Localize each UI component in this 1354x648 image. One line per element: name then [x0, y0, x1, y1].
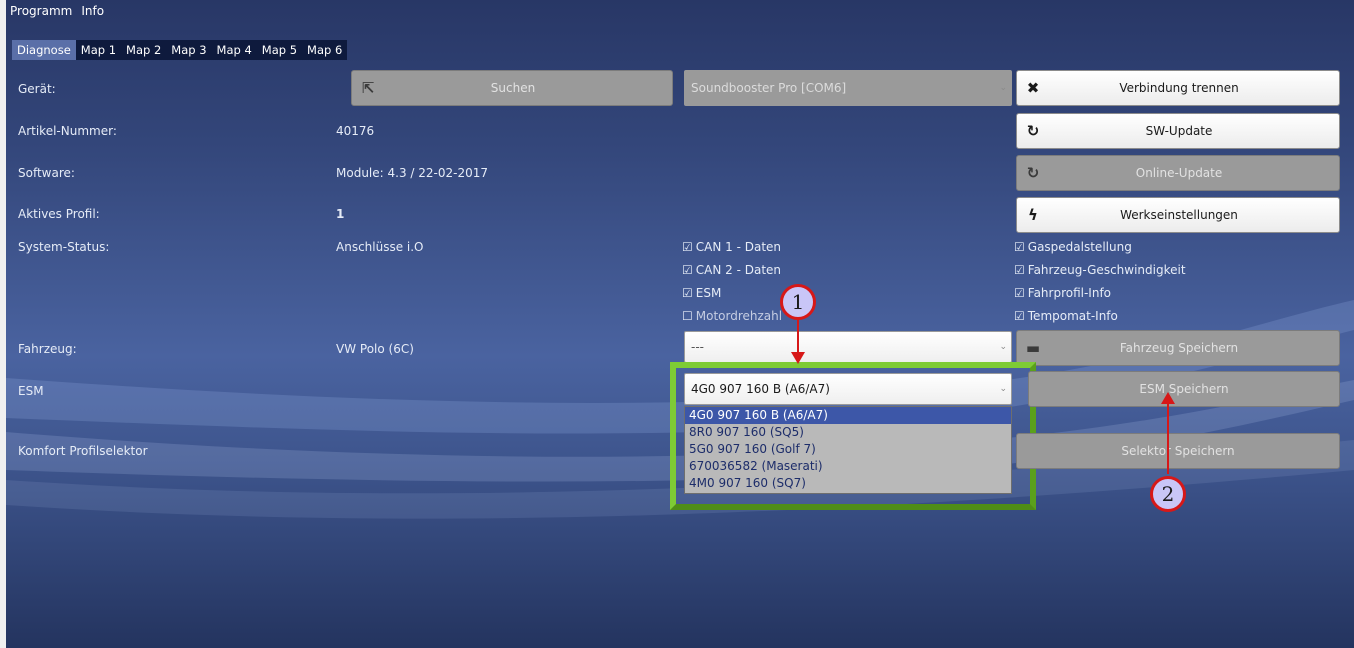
werkseinstellungen-button[interactable]: ϟ Werkseinstellungen	[1016, 197, 1340, 233]
profil-label: Aktives Profil:	[18, 207, 100, 221]
esm-speichern-button[interactable]: ESM Speichern	[1028, 371, 1340, 407]
device-select[interactable]: Soundbooster Pro [COM6] ⌄	[684, 70, 1012, 106]
checkbox-checked-icon: ☑	[1014, 309, 1025, 323]
vehicle-select[interactable]: --- ⌄	[684, 331, 1012, 363]
device-select-value: Soundbooster Pro [COM6]	[691, 81, 847, 95]
tab-diagnose[interactable]: Diagnose	[12, 40, 76, 60]
online-update-button[interactable]: ↻ Online-Update	[1016, 155, 1340, 191]
chevron-down-icon: ⌄	[999, 83, 1007, 93]
verbindung-trennen-button[interactable]: ✖ Verbindung trennen	[1016, 70, 1340, 106]
checkbox-checked-icon: ☑	[1014, 286, 1025, 300]
checkbox-label: Motordrehzahl	[695, 309, 783, 323]
checkbox-can1[interactable]: ☑ CAN 1 - Daten	[682, 240, 781, 254]
checkbox-unchecked-icon: ☐	[682, 309, 693, 323]
tab-bar: Diagnose Map 1 Map 2 Map 3 Map 4 Map 5 M…	[12, 40, 348, 60]
tab-map-4[interactable]: Map 4	[212, 40, 257, 60]
checkbox-checked-icon: ☑	[1014, 263, 1025, 277]
geraet-label: Gerät:	[18, 82, 56, 96]
suchen-button[interactable]: ⇱ Suchen	[351, 70, 673, 106]
refresh-icon: ↻	[1026, 122, 1040, 140]
refresh-icon: ↻	[1026, 164, 1040, 182]
checkbox-esm[interactable]: ☑ ESM	[682, 286, 721, 300]
menu-info[interactable]: Info	[77, 4, 109, 18]
verbindung-button-label: Verbindung trennen	[1119, 81, 1239, 95]
selektor-speichern-label: Selektor Speichern	[1121, 444, 1235, 458]
tab-map-1[interactable]: Map 1	[76, 40, 121, 60]
esm-speichern-label: ESM Speichern	[1139, 382, 1229, 396]
export-icon: ⇱	[361, 79, 375, 97]
app-window: Programm Info Diagnose Map 1 Map 2 Map 3…	[6, 0, 1354, 648]
close-icon: ✖	[1026, 79, 1040, 97]
checkbox-checked-icon: ☑	[1014, 240, 1025, 254]
callout-1: 1	[780, 284, 816, 320]
suchen-button-label: Suchen	[490, 81, 536, 95]
car-icon: ▬	[1025, 339, 1041, 357]
checkbox-label: Fahrzeug-Geschwindigkeit	[1027, 263, 1186, 277]
tab-map-3[interactable]: Map 3	[166, 40, 211, 60]
lightning-icon: ϟ	[1028, 206, 1038, 224]
checkbox-label: CAN 1 - Daten	[695, 240, 782, 254]
software-label: Software:	[18, 166, 75, 180]
software-value: Module: 4.3 / 22-02-2017	[336, 166, 488, 180]
artikel-label: Artikel-Nummer:	[18, 124, 117, 138]
menu-programm[interactable]: Programm	[6, 4, 77, 18]
menu-bar: Programm Info	[6, 0, 109, 22]
profil-value: 1	[336, 207, 345, 221]
sw-update-button-label: SW-Update	[1145, 124, 1213, 138]
werkseinstellungen-button-label: Werkseinstellungen	[1120, 208, 1238, 222]
checkbox-gaspedalstellung[interactable]: ☑ Gaspedalstellung	[1014, 240, 1132, 254]
checkbox-tempomat-info[interactable]: ☑ Tempomat-Info	[1014, 309, 1118, 323]
komfort-label: Komfort Profilselektor	[18, 444, 148, 458]
vehicle-select-value: ---	[691, 340, 704, 354]
checkbox-label: Fahrprofil-Info	[1027, 286, 1112, 300]
fahrzeug-speichern-button[interactable]: ▬ Fahrzeug Speichern	[1016, 330, 1340, 366]
esm-label: ESM	[18, 384, 44, 398]
checkbox-label: ESM	[695, 286, 722, 300]
checkbox-checked-icon: ☑	[682, 240, 693, 254]
checkbox-can2[interactable]: ☑ CAN 2 - Daten	[682, 263, 781, 277]
callout-2: 2	[1150, 476, 1186, 512]
tab-map-2[interactable]: Map 2	[121, 40, 166, 60]
fahrzeug-speichern-label: Fahrzeug Speichern	[1119, 341, 1239, 355]
checkbox-motordrehzahl[interactable]: ☐ Motordrehzahl	[682, 309, 782, 323]
status-value: Anschlüsse i.O	[336, 240, 424, 254]
online-update-button-label: Online-Update	[1135, 166, 1223, 180]
tab-map-5[interactable]: Map 5	[257, 40, 302, 60]
fahrzeug-value: VW Polo (6C)	[336, 342, 414, 356]
checkbox-label: CAN 2 - Daten	[695, 263, 782, 277]
checkbox-label: Tempomat-Info	[1027, 309, 1118, 323]
checkbox-fahrprofil-info[interactable]: ☑ Fahrprofil-Info	[1014, 286, 1111, 300]
artikel-value: 40176	[336, 124, 375, 138]
checkbox-geschwindigkeit[interactable]: ☑ Fahrzeug-Geschwindigkeit	[1014, 263, 1186, 277]
checkbox-label: Gaspedalstellung	[1027, 240, 1132, 254]
chevron-down-icon: ⌄	[999, 342, 1007, 352]
selektor-speichern-button[interactable]: Selektor Speichern	[1016, 433, 1340, 469]
sw-update-button[interactable]: ↻ SW-Update	[1016, 113, 1340, 149]
tab-map-6[interactable]: Map 6	[302, 40, 347, 60]
highlight-frame	[670, 362, 1036, 510]
fahrzeug-label: Fahrzeug:	[18, 342, 77, 356]
status-label: System-Status:	[18, 240, 110, 254]
checkbox-checked-icon: ☑	[682, 286, 693, 300]
checkbox-checked-icon: ☑	[682, 263, 693, 277]
